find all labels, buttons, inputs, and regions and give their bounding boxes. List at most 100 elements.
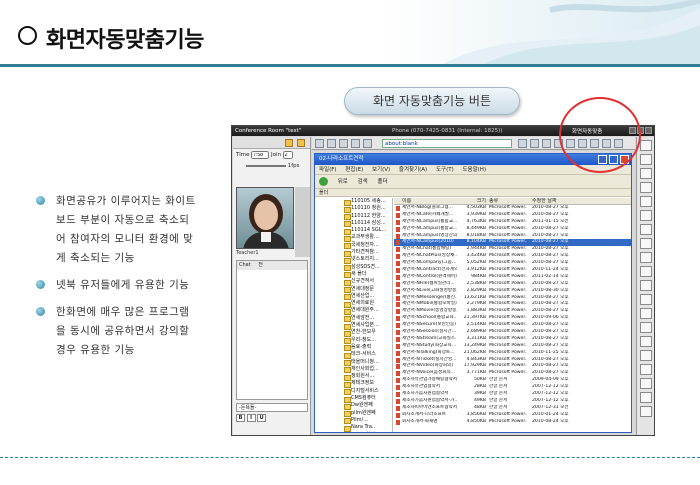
tree-item[interactable]: Dw원엔쩨	[315, 402, 392, 411]
drawing-tool-icon[interactable]	[640, 294, 652, 305]
toolbar-icon[interactable]	[297, 139, 305, 147]
tree-item[interactable]: 제테크정보	[315, 380, 392, 389]
address-field[interactable]: about:blank	[382, 139, 512, 148]
drawing-tool-icon[interactable]	[640, 322, 652, 333]
file-row[interactable]: 제안서-NContract(전자계약) 3,912KB Microsoft Powe…	[394, 267, 631, 274]
join-field[interactable]	[282, 151, 293, 159]
folders-button[interactable]: 폴더	[378, 179, 388, 185]
tree-item[interactable]: 디지털서비스	[315, 388, 392, 396]
drawing-tool-icon[interactable]	[640, 140, 652, 151]
tree-item[interactable]: Pilm/...	[315, 417, 392, 425]
toolbar-icon[interactable]	[363, 139, 372, 148]
italic-button[interactable]: I	[246, 414, 256, 422]
file-row[interactable]: 제안서-NCampus(2010) 8,104KB Microsoft Power.…	[394, 239, 631, 247]
file-row[interactable]: 제안서-NVoice(음성회의... 3,771KB Microsoft Power…	[394, 370, 631, 377]
tree-item[interactable]: 110114 삼성...	[315, 220, 392, 228]
underline-button[interactable]: U	[257, 414, 267, 422]
drawing-tool-icon[interactable]	[640, 196, 652, 207]
tree-item[interactable]: 넷스토리지...	[315, 256, 392, 265]
file-row[interactable]: 제조사가음자원업협약서-가... 49KB 한글 문서 2007-12-12 오후	[394, 398, 631, 405]
file-row[interactable]: 제안서-NCampus(영상강의) 8,018KB Microsoft Power.…	[394, 233, 631, 240]
drawing-tool-icon[interactable]	[640, 168, 652, 179]
tree-item[interactable]: 우리-청도...	[315, 337, 392, 345]
file-row[interactable]: 제안서-NCafe(카페개발... 3,939KB Microsoft Power.…	[394, 212, 631, 219]
menu-help[interactable]: 도움말(H)	[462, 167, 486, 173]
file-row[interactable]: 제조사유관업협약서 28KB 한글 문서 2007-12-12 오후	[394, 384, 631, 391]
tree-item[interactable]: pilm원엔쩨	[315, 410, 392, 418]
drawing-tool-icon[interactable]	[640, 392, 652, 403]
file-row[interactable]: 제조사유관업가용채팅협약서 50KB 한글 문서 2009-04-09 오후	[394, 377, 631, 384]
drawing-tool-icon[interactable]	[640, 308, 652, 319]
file-row[interactable]: 제안서-NChat(통합채팅) 2,944KB Microsoft Power...…	[394, 246, 631, 253]
tree-item[interactable]: 110112 한양...	[315, 213, 392, 221]
drawing-tool-icon[interactable]	[640, 350, 652, 361]
toolbar-icon[interactable]	[530, 139, 539, 148]
tree-item[interactable]: 연세대원주...	[315, 307, 392, 316]
drawing-tool-icon[interactable]	[640, 154, 652, 165]
fps-slider[interactable]	[246, 164, 286, 167]
drawing-tool-icon[interactable]	[640, 210, 652, 221]
file-row[interactable]: 제조사피아이엔소프트협약서 48KB 한글 문서 2007-12-31 오전	[394, 405, 631, 412]
file-row[interactable]: 제안서-NSession(실시간... 2,689KB Microsoft Powe…	[394, 329, 631, 336]
file-row[interactable]: 제안서-NTalking(화상토... 21,062KB Microsoft Pow…	[394, 350, 631, 357]
file-row[interactable]: 제안서-NMobil(통합모바일) 2,279KB Microsoft Power.…	[394, 301, 631, 308]
chat-target-select[interactable]: -돈욕들-	[236, 403, 308, 412]
file-row[interactable]: 제안서-NSecure(보안인증) 2,514KB Microsoft Power.…	[394, 322, 631, 329]
tree-item[interactable]: NBlog형식	[315, 432, 392, 433]
toolbar-icon[interactable]	[327, 139, 336, 148]
tree-item[interactable]: 110110 청원...	[315, 205, 392, 214]
search-button[interactable]: 검색	[358, 179, 368, 185]
tree-item[interactable]: 태을머니청...	[315, 359, 392, 367]
menu-favorites[interactable]: 즐겨찾기(A)	[399, 167, 427, 173]
file-row[interactable]: 회사소개서-화재명 4,850KB Microsoft Power... 2010-0…	[394, 419, 631, 426]
tree-item[interactable]: 테크-서비스	[315, 351, 392, 360]
file-row[interactable]: 제안서-NTicket(실시간영... 4,843KB Microsoft Powe…	[394, 357, 631, 364]
drawing-tool-icon[interactable]	[640, 252, 652, 263]
tree-item[interactable]: Nara Tra..	[315, 424, 392, 432]
menu-tools[interactable]: 도구(T)	[436, 167, 454, 173]
drawing-tool-icon[interactable]	[640, 224, 652, 235]
menu-edit[interactable]: 편집(E)	[345, 167, 363, 173]
column-date[interactable]: 수정한 날짜	[532, 198, 592, 205]
drawing-tool-icon[interactable]	[640, 266, 652, 277]
file-row[interactable]: 제안서-NVideo(화상회의) 17,929KB Microsoft Power.…	[394, 363, 631, 370]
file-row[interactable]: 제안서-NLive(고화질영방송) 2,829KB Microsoft Power.…	[394, 288, 631, 295]
toolbar-icon[interactable]	[351, 139, 360, 148]
file-row[interactable]: 제안서-NSchool(통합교육... 21,397KB Microsoft Pow…	[394, 315, 631, 322]
drawing-tool-icon[interactable]	[640, 364, 652, 375]
column-type[interactable]: 종류	[489, 198, 527, 205]
file-row[interactable]: 제안서-NChatPlus(영상채... 3,424KB Microsoft Pow…	[394, 253, 631, 260]
tree-item[interactable]: 연세암전...	[315, 315, 392, 323]
close-icon[interactable]	[645, 127, 652, 134]
toolbar-icon[interactable]	[339, 139, 348, 148]
menu-file[interactable]: 파일(F)	[319, 167, 337, 173]
file-row[interactable]: 제안서-NCampus(통합교... 4,763KB Microsoft Power…	[394, 219, 631, 226]
time-field[interactable]	[251, 151, 270, 159]
file-row[interactable]: 회사소개서-나라소프트 3,856KB Microsoft Power... 2010…	[394, 412, 631, 419]
drawing-tool-icon[interactable]	[640, 336, 652, 347]
tree-item[interactable]: 삼성SDS견...	[315, 264, 392, 272]
column-name[interactable]: 이름	[402, 198, 457, 205]
file-row[interactable]: 제안서-NMovie(동영상방송) 1,883KB Microsoft Power.…	[394, 308, 631, 315]
tree-item[interactable]: 신규견적서	[315, 278, 392, 287]
tree-item[interactable]: 연천-한보우	[315, 329, 392, 338]
bold-button[interactable]: B	[236, 414, 245, 422]
toolbar-icon[interactable]	[542, 139, 551, 148]
tree-item[interactable]: 국세청전자...	[315, 242, 392, 250]
file-row[interactable]: 제안서-NStream(고화질스... 3,311KB Microsoft Powe…	[394, 336, 631, 343]
column-size[interactable]: 크기	[462, 198, 486, 205]
toolbar-icon[interactable]	[315, 139, 324, 148]
back-icon[interactable]	[319, 177, 328, 186]
tree-item[interactable]: 교과부생활...	[315, 234, 392, 243]
file-row[interactable]: 제안서-NMessenger(통신... 13,621KB Microsoft Po…	[394, 295, 631, 302]
file-row[interactable]: 제안서-NControl(원격제어) 984KB Microsoft Power..…	[394, 274, 631, 281]
tree-item[interactable]: 연세대정문	[315, 286, 392, 294]
drawing-tool-icon[interactable]	[640, 238, 652, 249]
file-row[interactable]: 제안서-NCompany(그룹... 5,052KB Microsoft Power…	[394, 260, 631, 267]
file-row[interactable]: 제안서-NFile(웹파일관리... 2,538KB Microsoft Power…	[394, 281, 631, 288]
file-row[interactable]: 제조사가음자원업협약서 39KB 한글 문서 2007-12-12 오후	[394, 391, 631, 398]
toolbar-icon[interactable]	[285, 139, 293, 147]
back-button[interactable]: 뒤로	[338, 179, 348, 185]
drawing-tool-icon[interactable]	[640, 182, 652, 193]
drawing-tool-icon[interactable]	[640, 280, 652, 291]
